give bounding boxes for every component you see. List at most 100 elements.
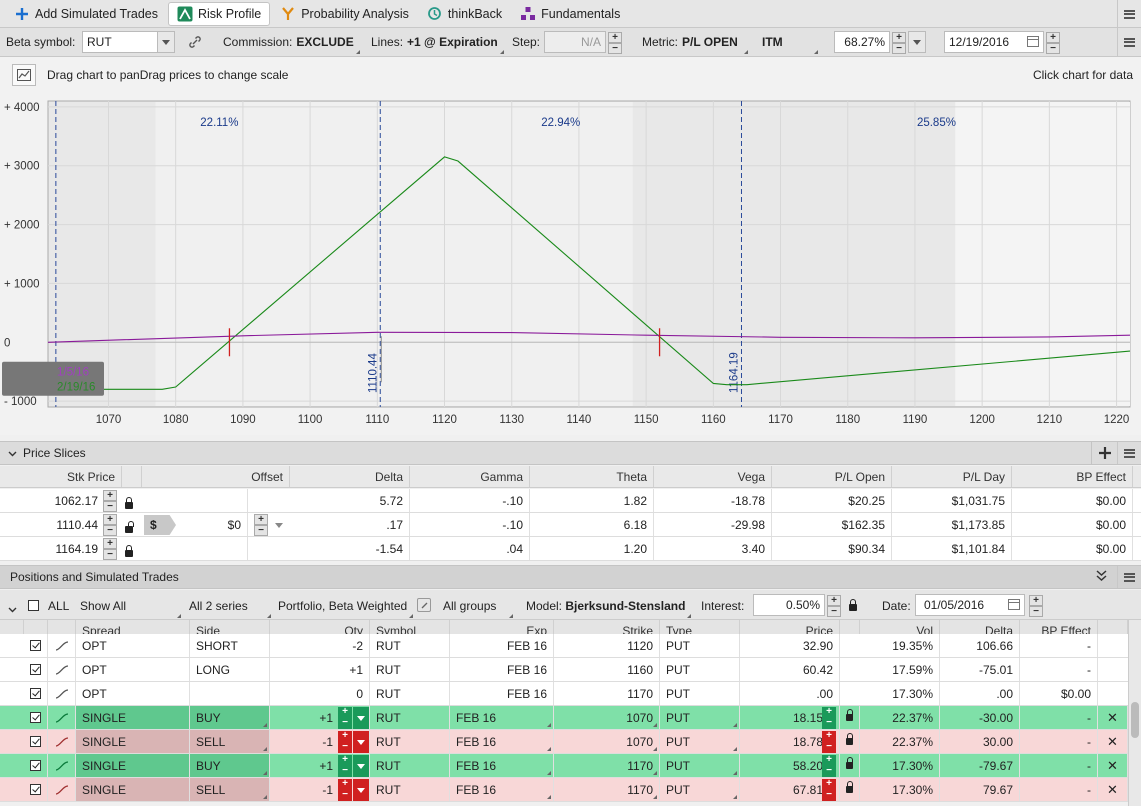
graph-line-icon[interactable] (48, 634, 76, 657)
interest-increment-button[interactable]: + (827, 595, 841, 606)
position-row[interactable]: SINGLE BUY +1 + − RUT FEB 16 1070 PUT 18.15 + −22.3… (0, 706, 1141, 730)
slice-offset[interactable] (142, 489, 248, 512)
position-strike[interactable]: 1070 (554, 730, 660, 753)
offset-increment-button[interactable]: + (254, 514, 268, 525)
tab-risk-profile[interactable]: Risk Profile (168, 1, 271, 26)
lock-icon[interactable] (849, 599, 857, 614)
graph-line-icon[interactable] (48, 778, 76, 801)
position-price[interactable]: 67.81 + − (740, 778, 840, 801)
graph-line-icon[interactable] (48, 682, 76, 705)
position-row[interactable]: SINGLE SELL -1 + − RUT FEB 16 1070 PUT 18.78 + −22.… (0, 730, 1141, 754)
price-slice-row[interactable]: 1062.17 5.72 -.10 1.82 -18.78 $20.25 $1,031.75… (0, 489, 1141, 513)
position-qty[interactable]: -1 + − (270, 778, 370, 801)
qty-dropdown[interactable] (353, 731, 369, 753)
stk-price-decrement-button[interactable]: − (103, 501, 117, 512)
position-qty[interactable]: +1 + − (270, 754, 370, 777)
remove-trade-icon[interactable]: ✕ (1098, 778, 1128, 801)
col-delta[interactable]: Delta (290, 466, 410, 487)
lines-setting[interactable]: Lines: +1 @ Expiration (371, 28, 498, 56)
chart-style-button[interactable] (12, 64, 36, 86)
tab-thinkback[interactable]: thinkBack (419, 2, 510, 26)
position-qty[interactable]: +1 + − (270, 706, 370, 729)
pct-decrement-button[interactable]: − (892, 43, 906, 54)
price-slices-menu-button[interactable] (1117, 442, 1141, 464)
portfolio-filter[interactable]: Portfolio, Beta Weighted (278, 599, 407, 613)
position-exp[interactable]: FEB 16 (450, 730, 554, 753)
row-checkbox[interactable] (30, 712, 41, 723)
decrement-button[interactable]: − (822, 766, 836, 777)
position-qty[interactable]: -1 + − (270, 730, 370, 753)
date-increment-button[interactable]: + (1029, 595, 1043, 606)
tab-probability-analysis[interactable]: Probability Analysis (272, 2, 417, 26)
col-pl-open[interactable]: P/L Open (772, 466, 892, 487)
col-vega[interactable]: Vega (654, 466, 772, 487)
qty-dropdown[interactable] (353, 707, 369, 729)
tab-bar-menu-button[interactable] (1117, 0, 1141, 28)
qty-spinner[interactable]: + − (338, 707, 352, 729)
position-strike[interactable]: 1170 (554, 778, 660, 801)
graph-line-icon[interactable] (48, 730, 76, 753)
price-spinner[interactable]: + − (822, 755, 836, 777)
decrement-button[interactable]: − (822, 742, 836, 753)
link-icon[interactable] (188, 28, 202, 56)
remove-trade-icon[interactable]: ✕ (1098, 754, 1128, 777)
position-price[interactable]: 18.78 + − (740, 730, 840, 753)
step-increment-button[interactable]: + (608, 32, 622, 43)
col-gamma[interactable]: Gamma (410, 466, 530, 487)
decrement-button[interactable]: − (338, 790, 352, 801)
col-pl-day[interactable]: P/L Day (892, 466, 1012, 487)
price-spinner[interactable]: + − (822, 731, 836, 753)
stk-price-decrement-button[interactable]: − (103, 525, 117, 536)
unlocked-icon[interactable] (125, 521, 134, 536)
pct-increment-button[interactable]: + (892, 32, 906, 43)
qty-spinner[interactable]: + − (338, 731, 352, 753)
graph-line-icon[interactable] (48, 754, 76, 777)
col-theta[interactable]: Theta (530, 466, 654, 487)
stk-price-increment-button[interactable]: + (103, 538, 117, 549)
stk-price-increment-button[interactable]: + (103, 514, 117, 525)
decrement-button[interactable]: − (822, 718, 836, 729)
offset-dropdown[interactable] (271, 515, 287, 535)
metric-setting[interactable]: Metric: P/L OPEN (642, 28, 738, 56)
price-slice-row[interactable]: 1110.44 $0.17 -.10 6.18 -29.98 $162.35 $1,173.… (0, 513, 1141, 537)
calendar-icon[interactable] (1008, 598, 1020, 613)
price-lock-icon[interactable] (840, 730, 860, 753)
date-increment-button[interactable]: + (1046, 32, 1060, 43)
qty-dropdown[interactable] (353, 755, 369, 777)
price-lock-icon[interactable] (840, 706, 860, 729)
positions-menu-button[interactable] (1117, 566, 1141, 588)
step-input[interactable]: N/A (544, 31, 606, 53)
stk-price-increment-button[interactable]: + (103, 490, 117, 501)
col-offset[interactable]: Offset (142, 466, 290, 487)
graph-line-icon[interactable] (48, 706, 76, 729)
row-checkbox[interactable] (30, 640, 41, 651)
select-all-checkbox[interactable] (28, 600, 39, 611)
qty-spinner[interactable]: + − (338, 779, 352, 801)
beta-symbol-dropdown[interactable] (157, 31, 175, 53)
row-checkbox[interactable] (30, 784, 41, 795)
remove-trade-icon[interactable]: ✕ (1098, 730, 1128, 753)
tab-fundamentals[interactable]: Fundamentals (512, 2, 628, 26)
position-type[interactable]: PUT (660, 706, 740, 729)
row-checkbox[interactable] (30, 664, 41, 675)
position-price[interactable]: 58.20 + − (740, 754, 840, 777)
stk-price-decrement-button[interactable]: − (103, 549, 117, 560)
risk-profile-chart[interactable]: 1070 1080 1090 1100 1110 1120 1130 1140 1150 1160… (0, 97, 1141, 435)
row-checkbox[interactable] (30, 760, 41, 771)
expiration-date-input[interactable]: 12/19/2016 (944, 31, 1044, 53)
position-row[interactable]: OPT SHORT -2 RUT FEB 16 1120 PUT 32.90 19.35% 106… (0, 634, 1141, 658)
position-side[interactable]: BUY (190, 754, 270, 777)
position-strike[interactable]: 1070 (554, 706, 660, 729)
show-all-filter[interactable]: Show All (80, 599, 126, 613)
position-date-input[interactable]: 01/05/2016 (915, 594, 1025, 616)
date-decrement-button[interactable]: − (1029, 606, 1043, 617)
settings-menu-button[interactable] (1117, 28, 1141, 56)
offset-type-toggle[interactable]: $ (144, 515, 176, 535)
price-slice-row[interactable]: 1164.19 -1.54.04 1.20 3.40 $90.34 $1,101.84 $0… (0, 537, 1141, 561)
position-type[interactable]: PUT (660, 754, 740, 777)
risk-profile-chart-svg[interactable]: 1070 1080 1090 1100 1110 1120 1130 1140 1150 1160… (0, 97, 1141, 435)
lock-icon[interactable] (125, 497, 133, 512)
model-setting[interactable]: Model: Bjerksund-Stensland (526, 599, 685, 613)
interest-decrement-button[interactable]: − (827, 606, 841, 617)
beta-symbol-input[interactable]: RUT (82, 31, 158, 53)
